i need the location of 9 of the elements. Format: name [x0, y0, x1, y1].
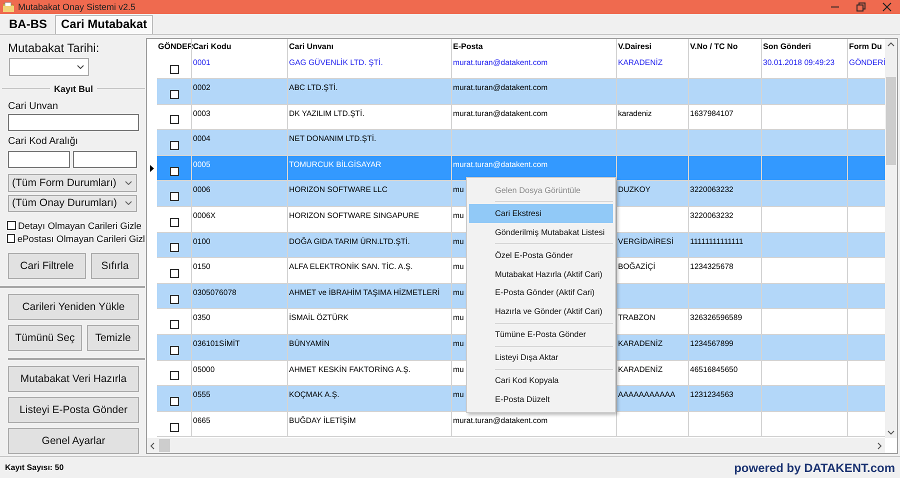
- group-title: Kayıt Bul: [53, 84, 94, 94]
- field-label: Mutabakat Tarihi:: [8, 42, 100, 55]
- checkbox-label: ePostası Olmayan Carileri Gizl: [17, 233, 145, 244]
- window-title: Mutabakat Onay Sistemi v2.5: [18, 2, 137, 12]
- record-count: Kayıt Sayısı: 50: [5, 463, 64, 472]
- brand-text: powered by DATAKENT.com: [734, 460, 895, 474]
- field-label: Cari Kod Aralığı: [8, 134, 80, 148]
- field-label: Cari Unvan: [8, 100, 60, 113]
- checkbox-label: Detayı Olmayan Carileri Gizle: [18, 220, 142, 232]
